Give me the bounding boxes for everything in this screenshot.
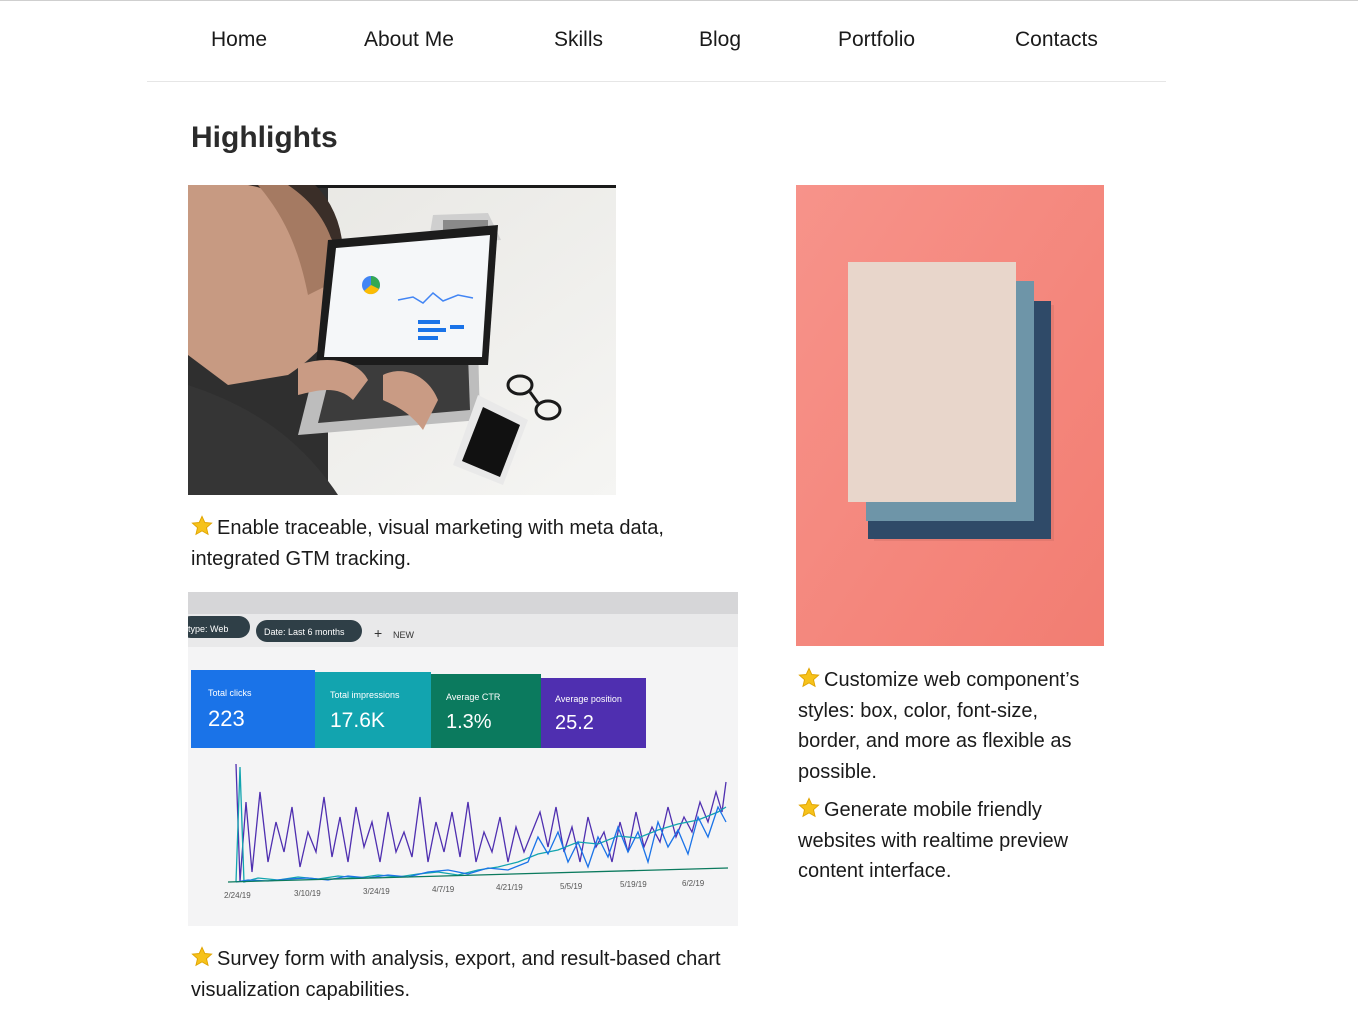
date-tick: 3/10/19 <box>294 889 321 898</box>
top-border <box>0 0 1358 1</box>
nav-item-home[interactable]: Home <box>211 28 267 52</box>
star-icon <box>191 946 213 967</box>
page-title: Highlights <box>191 121 338 154</box>
filter-chip-date: Date: Last 6 months <box>264 627 345 637</box>
card-label-average-position: Average position <box>555 694 622 704</box>
highlight-text: Customize web component’s styles: box, c… <box>798 669 1080 783</box>
card-value-average-position: 25.2 <box>555 712 594 734</box>
star-icon <box>798 797 820 818</box>
analytics-screen-photo: type: Web Date: Last 6 months + NEW Tota… <box>188 592 738 926</box>
main-navigation: Home About Me Skills Blog Portfolio Cont… <box>147 2 1166 82</box>
date-tick: 5/19/19 <box>620 880 647 889</box>
card-label-average-ctr: Average CTR <box>446 692 501 702</box>
date-tick: 2/24/19 <box>224 891 251 900</box>
highlight-text: Survey form with analysis, export, and r… <box>191 948 721 1001</box>
nav-item-blog[interactable]: Blog <box>699 28 741 52</box>
card-value-total-impressions: 17.6K <box>330 709 385 732</box>
card-value-average-ctr: 1.3% <box>446 711 492 733</box>
card-value-total-clicks: 223 <box>208 706 245 731</box>
new-filter-label: NEW <box>393 630 415 640</box>
paper-stack-photo <box>796 185 1104 646</box>
nav-item-contacts[interactable]: Contacts <box>1015 28 1098 52</box>
svg-text:+: + <box>374 625 382 641</box>
star-icon <box>191 515 213 536</box>
date-tick: 5/5/19 <box>560 882 583 891</box>
card-label-total-impressions: Total impressions <box>330 690 400 700</box>
highlight-customize-styles: Customize web component’s styles: box, c… <box>798 665 1098 787</box>
date-tick: 6/2/19 <box>682 879 705 888</box>
nav-item-about-me[interactable]: About Me <box>364 28 454 52</box>
date-tick: 4/21/19 <box>496 883 523 892</box>
nav-item-skills[interactable]: Skills <box>554 28 603 52</box>
highlight-text: Enable traceable, visual marketing with … <box>191 517 664 570</box>
highlight-text: Generate mobile friendly websites with r… <box>798 799 1069 882</box>
highlight-traceable-marketing: Enable traceable, visual marketing with … <box>191 513 711 574</box>
nav-item-portfolio[interactable]: Portfolio <box>838 28 915 52</box>
date-tick: 4/7/19 <box>432 885 455 894</box>
highlight-mobile-friendly: Generate mobile friendly websites with r… <box>798 795 1098 887</box>
card-label-total-clicks: Total clicks <box>208 688 252 698</box>
filter-chip-type: type: Web <box>188 624 228 634</box>
star-icon <box>798 667 820 688</box>
highlight-survey-form: Survey form with analysis, export, and r… <box>191 944 721 1005</box>
date-tick: 3/24/19 <box>363 887 390 896</box>
laptop-photo <box>188 185 616 495</box>
